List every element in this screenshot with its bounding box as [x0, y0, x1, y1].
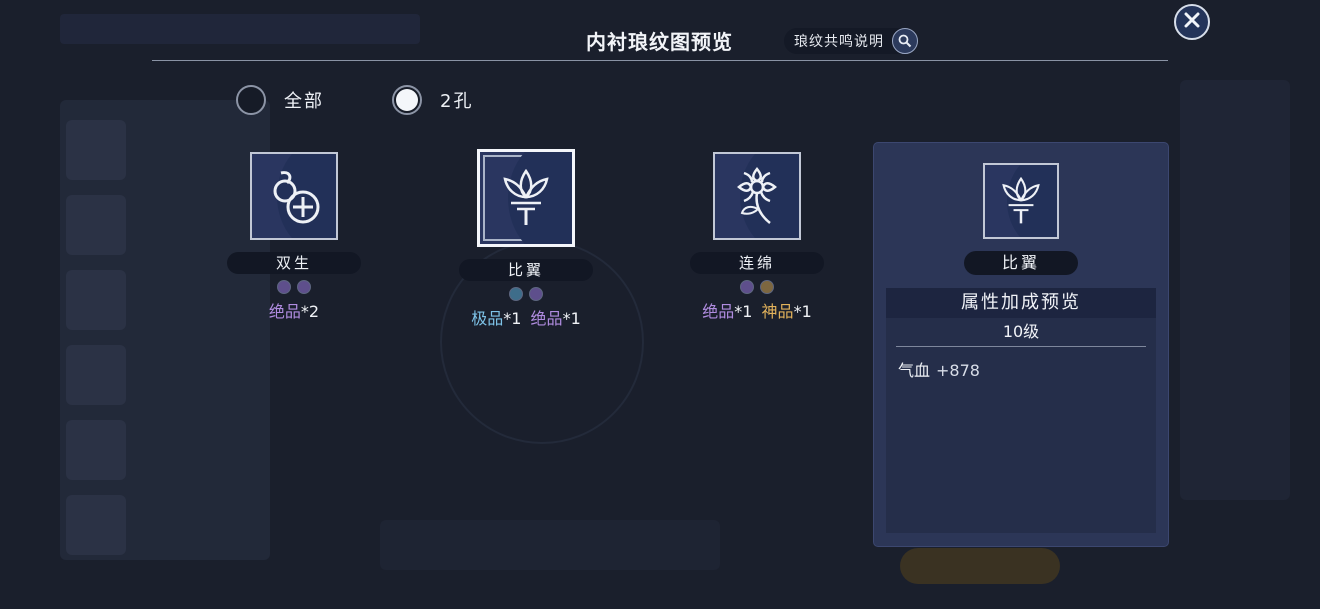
pattern-card-shuangsheng[interactable]: 双生 绝品*2: [224, 152, 364, 322]
grade-count: *2: [300, 302, 320, 321]
attribute-preview: 属性加成预览 10级 气血 +878: [886, 288, 1156, 533]
stat-row: 气血 +878: [898, 357, 1156, 381]
radio-button-selected[interactable]: [392, 85, 422, 115]
gem-purple: [277, 280, 291, 294]
pattern-card-biyi[interactable]: 比翼 极品*1 绝品*1: [456, 149, 596, 329]
gem-purple: [529, 287, 543, 301]
background-button: [900, 548, 1060, 584]
gem-gold: [760, 280, 774, 294]
background-right-panel: [1180, 80, 1290, 500]
radio-button[interactable]: [236, 85, 266, 115]
lotus-pattern-icon: [503, 168, 549, 225]
socket-gems: [224, 280, 364, 294]
grade-count: *1: [503, 309, 522, 328]
filter-label: 2孔: [440, 91, 474, 112]
grade-label: 神品: [761, 302, 794, 321]
grade-requirements: 绝品*1 神品*1: [687, 298, 827, 322]
grade-requirements: 极品*1 绝品*1: [456, 305, 596, 329]
pattern-icon-frame-selected[interactable]: [477, 149, 575, 247]
page-title: 内衬琅纹图预览: [586, 30, 733, 54]
stat-label: 气血: [898, 361, 931, 380]
filter-label: 全部: [284, 91, 324, 112]
grade-label: 极品: [471, 309, 504, 328]
background-item: [66, 495, 126, 555]
background-item: [66, 120, 126, 180]
detail-panel: 比翼 属性加成预览 10级 气血 +878: [874, 143, 1168, 546]
background-bottom-bar: [380, 520, 720, 570]
resonance-help-button[interactable]: 琅纹共鸣说明: [784, 28, 918, 54]
socket-gems: [456, 287, 596, 301]
gem-purple: [297, 280, 311, 294]
grade-count: *1: [793, 302, 812, 321]
gem-purple: [740, 280, 754, 294]
pattern-card-lianmian[interactable]: 连绵 绝品*1 神品*1: [687, 152, 827, 322]
background-item: [66, 195, 126, 255]
close-icon: [1184, 12, 1200, 32]
detail-pattern-name: 比翼: [964, 251, 1078, 275]
stat-value: +878: [936, 361, 980, 380]
grade-count: *1: [562, 309, 581, 328]
grade-label: 绝品: [702, 302, 735, 321]
search-icon: [892, 28, 918, 54]
pattern-icon-frame[interactable]: [250, 152, 338, 240]
help-label: 琅纹共鸣说明: [794, 34, 884, 50]
gem-blue: [509, 287, 523, 301]
filter-all[interactable]: 全部: [236, 85, 324, 115]
header-divider: [152, 60, 1168, 61]
detail-pattern-icon-frame: [983, 163, 1059, 239]
pattern-name: 比翼: [459, 259, 593, 281]
background-item: [66, 345, 126, 405]
pattern-icon-frame[interactable]: [713, 152, 801, 240]
background-item: [66, 420, 126, 480]
background-topbar: [60, 14, 420, 44]
grade-requirements: 绝品*2: [224, 298, 364, 322]
gourd-pattern-icon: [273, 171, 320, 224]
attribute-level: 10级: [896, 318, 1146, 347]
background-item: [66, 270, 126, 330]
grade-count: *1: [734, 302, 753, 321]
grade-label: 绝品: [530, 309, 563, 328]
pattern-name: 双生: [227, 252, 361, 274]
attribute-preview-title: 属性加成预览: [886, 288, 1156, 318]
filter-2-hole[interactable]: 2孔: [392, 85, 473, 115]
socket-gems: [687, 280, 827, 294]
grade-label: 绝品: [268, 302, 301, 321]
lotus-pattern-icon: [1002, 176, 1040, 224]
close-button[interactable]: [1174, 4, 1210, 40]
pattern-name: 连绵: [690, 252, 824, 274]
flower-pattern-icon: [737, 167, 777, 224]
